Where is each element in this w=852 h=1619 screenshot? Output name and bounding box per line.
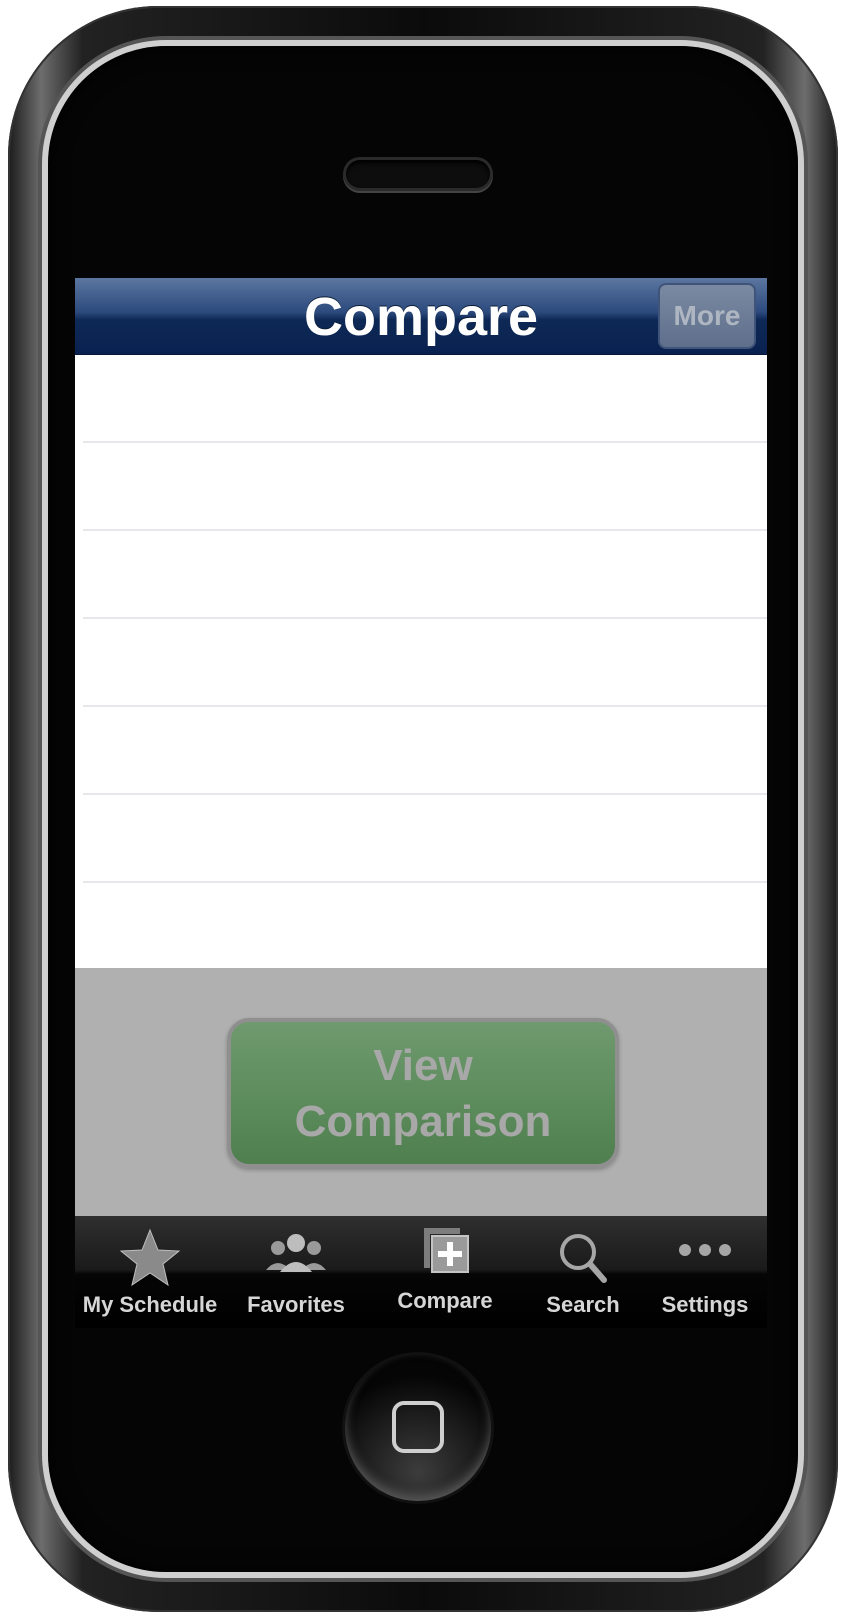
search-icon — [560, 1234, 607, 1283]
home-button[interactable] — [345, 1355, 491, 1501]
earpiece-speaker — [346, 160, 490, 188]
view-comparison-label-line2: Comparison — [294, 1097, 552, 1146]
home-square-icon — [392, 1401, 444, 1453]
people-icon — [266, 1234, 326, 1272]
more-button[interactable]: More — [658, 283, 756, 349]
compare-icon — [424, 1228, 469, 1273]
tab-settings[interactable]: Settings — [643, 1216, 767, 1328]
compare-list — [75, 355, 767, 883]
tab-search[interactable]: Search — [523, 1216, 643, 1328]
tab-label: Search — [546, 1292, 620, 1317]
list-item[interactable] — [83, 531, 767, 619]
tab-label: Favorites — [247, 1292, 345, 1317]
view-comparison-button[interactable]: View Comparison — [227, 1018, 619, 1168]
tab-label: Settings — [661, 1292, 749, 1317]
list-item[interactable] — [83, 443, 767, 531]
list-item[interactable] — [83, 619, 767, 707]
list-item[interactable] — [83, 707, 767, 795]
action-overlay: View Comparison — [75, 968, 767, 1216]
tab-compare[interactable]: Compare — [367, 1216, 523, 1328]
tab-bar: My Schedule Favorites Compare Search Set… — [75, 1216, 767, 1328]
list-item[interactable] — [83, 355, 767, 443]
star-icon — [119, 1228, 181, 1287]
tab-label: My Schedule — [82, 1292, 218, 1317]
ellipsis-icon — [679, 1244, 731, 1256]
tab-favorites[interactable]: Favorites — [225, 1216, 367, 1328]
navigation-bar: Compare More — [75, 278, 767, 355]
view-comparison-label-line1: View — [373, 1041, 473, 1090]
list-item[interactable] — [83, 795, 767, 883]
tab-my-schedule[interactable]: My Schedule — [75, 1216, 225, 1328]
tab-label: Compare — [397, 1288, 493, 1313]
app-screen: Compare More View Comparison My Schedule — [75, 278, 767, 1328]
